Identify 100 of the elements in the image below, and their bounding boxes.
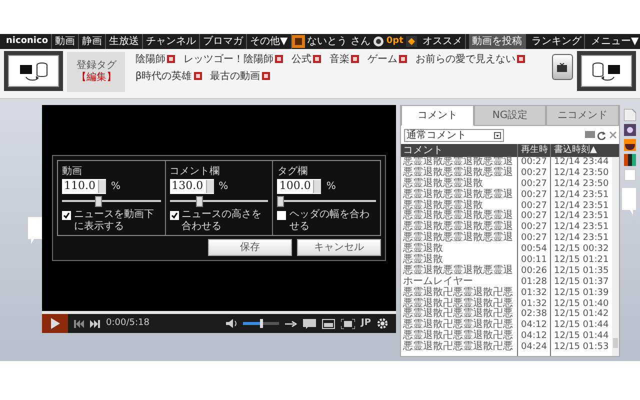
caret-icon — [494, 132, 500, 138]
panel-tab[interactable]: コメント — [401, 106, 474, 126]
tag-link[interactable]: レッツゴー！陰陽師 — [183, 52, 274, 66]
comment-text: 悪霊退散悪霊退散悪霊退 — [402, 266, 514, 276]
comment-text: 悪霊退散悪霊退散 — [402, 178, 484, 189]
comment-text: 悪霊退散悪霊退散悪霊退 — [402, 168, 514, 178]
next-icon[interactable] — [90, 320, 100, 328]
previous-icon[interactable] — [74, 320, 84, 328]
play-button[interactable] — [42, 314, 68, 333]
playback-time: 00:26 — [517, 266, 550, 277]
language-button[interactable]: JP — [361, 316, 371, 330]
tag-icon[interactable] — [194, 72, 202, 80]
column-header[interactable]: コメント — [401, 144, 517, 157]
comment-text: 悪霊退散 — [402, 255, 443, 266]
unit-label: % — [111, 180, 121, 194]
comment-text: 悪霊退散卍悪霊退散卍悪 — [402, 342, 514, 354]
checkbox-label: ニュースを動画下に表示する — [74, 209, 155, 232]
tag-icon[interactable] — [167, 55, 176, 63]
number-field[interactable]: 110.0 — [62, 179, 106, 194]
playback-time: 00:27 — [517, 233, 550, 244]
playback-time: 00:27 — [517, 211, 550, 222]
fullscreen-icon[interactable] — [341, 318, 356, 328]
tag-link[interactable]: 陰陽師 — [135, 52, 166, 66]
tag-edit-box[interactable]: 登録タグ 【編集】 — [67, 52, 126, 92]
checkbox-label: ニュースの高さを合わせる — [182, 209, 263, 232]
panel-tab[interactable]: NG設定 — [474, 106, 546, 126]
stripes-icon[interactable] — [624, 154, 636, 166]
checkbox-label: ヘッダの幅を合わせる — [289, 209, 370, 232]
tag-icon[interactable] — [313, 55, 322, 63]
tag-icon[interactable] — [517, 55, 526, 63]
playback-time: 04:24 — [517, 342, 550, 354]
column-header[interactable]: 再生時 — [517, 144, 550, 157]
tag-icon[interactable] — [399, 55, 408, 63]
unit-label: % — [218, 180, 228, 194]
column-title: タグ欄 — [277, 164, 308, 179]
comment-text: 悪霊退散悪霊退散悪霊退 — [402, 190, 514, 200]
tag-icon[interactable] — [262, 72, 270, 80]
playback-time: 00:27 — [517, 168, 550, 179]
slider-thumb[interactable] — [196, 196, 204, 207]
column-header[interactable]: 書込時刻▲ — [550, 144, 612, 157]
playback-time: 00:27 — [517, 178, 550, 190]
filter-dropdown[interactable]: 通常コメント — [404, 128, 504, 142]
tag-link[interactable]: β時代の英雄 — [135, 68, 192, 84]
comment-text: 悪霊退散卍悪霊退散卍悪 — [402, 288, 514, 298]
playback-time: 02:38 — [517, 309, 550, 320]
tag-link[interactable]: 公式 — [291, 52, 312, 66]
time-display: 0:00/5:18 — [106, 316, 150, 330]
playback-time: 00:27 — [517, 200, 550, 212]
column-title: コメント欄 — [170, 164, 221, 179]
tag-link[interactable]: 音楽 — [329, 52, 350, 66]
playback-time: 04:12 — [517, 331, 550, 342]
window-icon[interactable] — [322, 318, 336, 328]
settings-icon[interactable] — [377, 318, 388, 329]
sticker-icon[interactable] — [624, 124, 636, 136]
number-field[interactable]: 100.0 — [277, 179, 322, 194]
comment-icon[interactable] — [303, 318, 316, 328]
comment-text: 悪霊退散卍悪霊退散卍悪 — [402, 298, 514, 309]
tv-icon — [557, 62, 568, 72]
tag-link[interactable]: 最古の動画 — [210, 68, 260, 84]
comment-text: 悪霊退散悪霊退散 — [402, 200, 483, 211]
comment-text: ホームレイヤー — [402, 276, 473, 287]
tag-icon[interactable] — [275, 55, 284, 63]
swap-layout-icon — [590, 60, 622, 82]
tag-icon[interactable] — [351, 55, 360, 63]
volume-icon[interactable] — [226, 319, 238, 328]
bowl-icon[interactable] — [624, 139, 636, 151]
tag-link[interactable]: ゲーム — [367, 52, 398, 66]
nav-link[interactable]: 動画を投稿 — [468, 34, 526, 49]
comment-list-icon[interactable] — [584, 130, 594, 140]
playback-time: 00:27 — [517, 222, 550, 234]
playback-time: 00:27 — [517, 190, 550, 201]
playback-time: 04:12 — [517, 320, 550, 332]
comment-text: 悪霊退散卍悪霊退散卍悪 — [402, 309, 514, 320]
cancel-button[interactable]: キャンセル — [297, 238, 381, 256]
number-field[interactable]: 130.0 — [170, 179, 214, 194]
save-button[interactable]: 保存 — [208, 238, 292, 256]
arrow-icon[interactable] — [285, 320, 298, 326]
volume-slider[interactable] — [243, 322, 280, 325]
panel-tab[interactable]: ニコメンド — [546, 106, 620, 126]
scrollbar[interactable] — [612, 157, 619, 356]
playback-time: 00:27 — [517, 157, 550, 168]
comment-text: 悪霊退散悪霊退散悪霊退 — [402, 222, 514, 232]
playback-time: 00:11 — [517, 255, 550, 266]
tag-label: 登録タグ — [76, 60, 116, 72]
refresh-icon[interactable] — [597, 130, 606, 140]
edit-link[interactable]: 【編集】 — [76, 72, 116, 84]
checkbox[interactable] — [277, 211, 286, 220]
avatar-icon — [292, 35, 305, 48]
tv-button[interactable] — [552, 54, 573, 80]
checkbox[interactable] — [170, 211, 179, 220]
tag-link[interactable]: お前らの愛で見えない — [415, 52, 516, 66]
user-name[interactable]: ないとう さん — [307, 34, 370, 49]
checkbox[interactable] — [62, 211, 71, 220]
slider-thumb[interactable] — [94, 196, 102, 207]
swap-layout-icon — [18, 60, 50, 82]
play-icon — [50, 318, 60, 329]
playback-time: 00:54 — [517, 244, 550, 256]
playback-time: 01:28 — [517, 276, 550, 288]
slider-thumb[interactable] — [277, 196, 284, 207]
comment-text: 悪霊退散 — [402, 244, 444, 254]
